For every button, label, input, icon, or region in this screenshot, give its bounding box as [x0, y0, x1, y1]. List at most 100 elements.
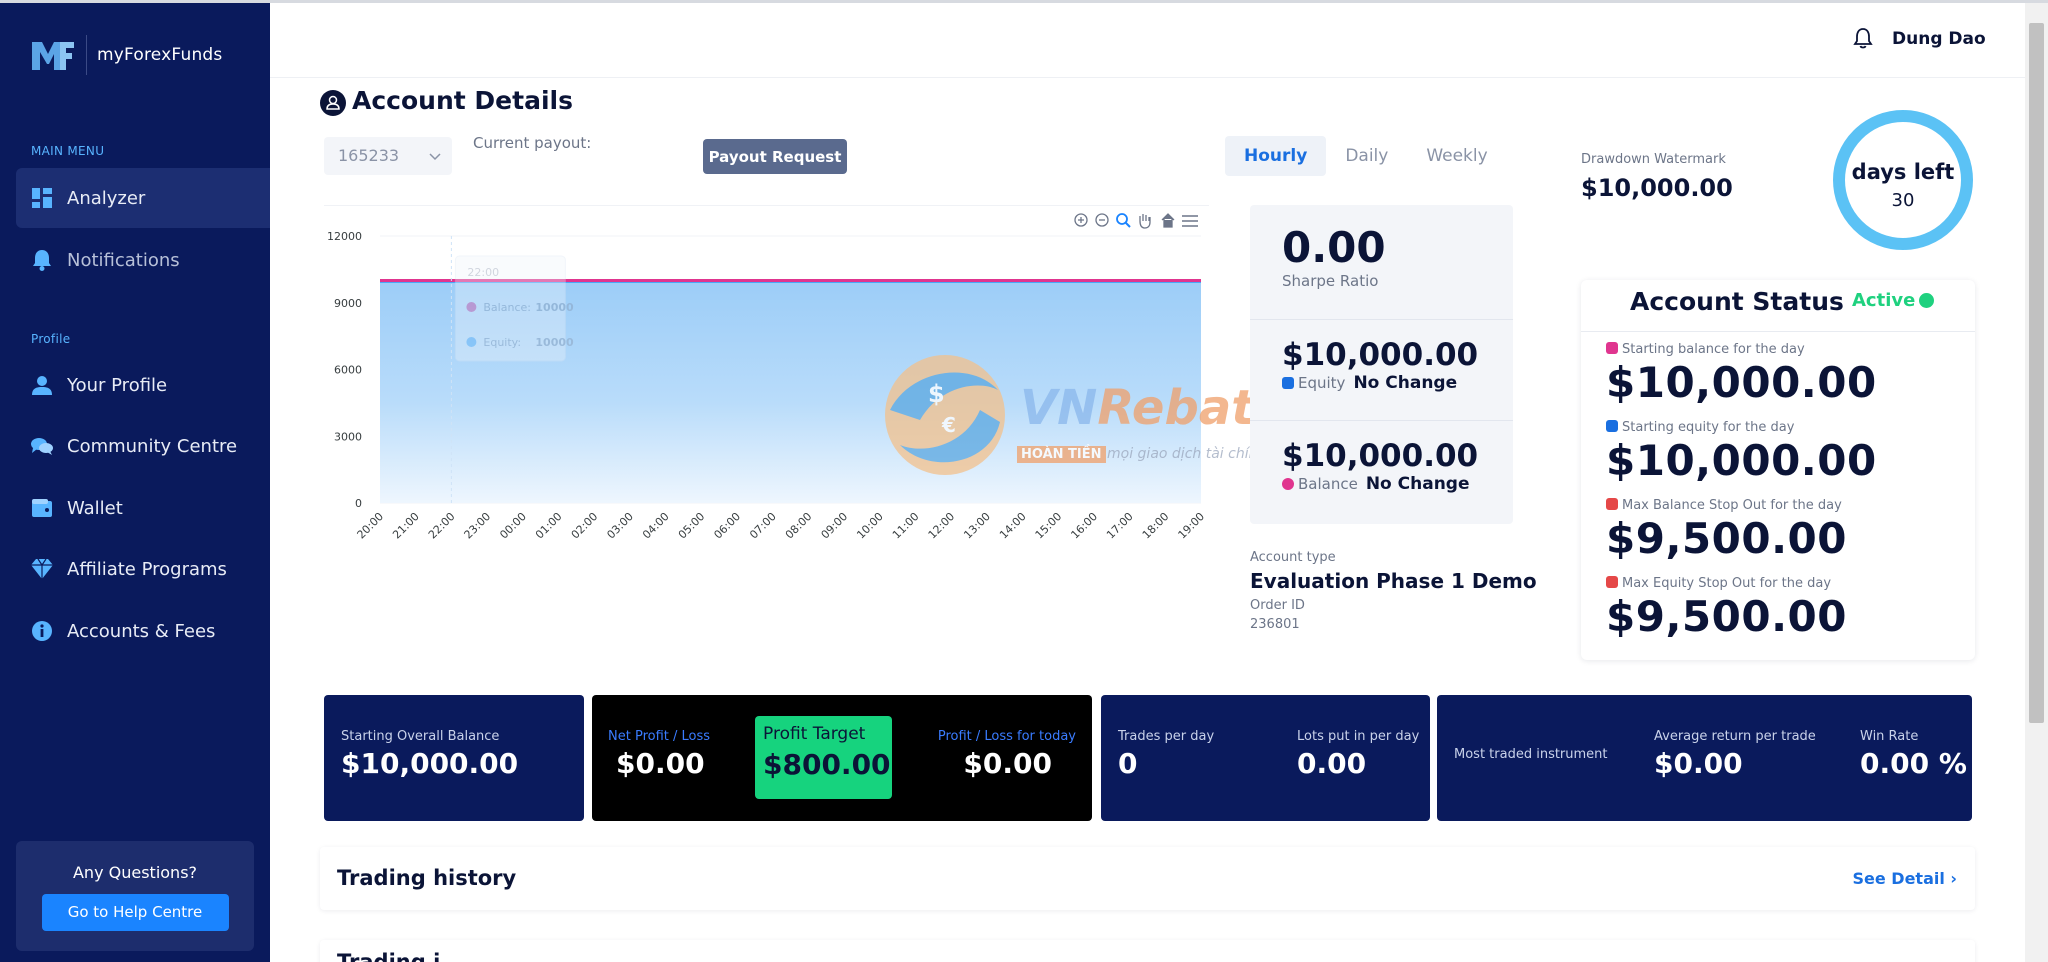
x-tick-label: 23:00: [462, 510, 494, 542]
help-title: Any Questions?: [72, 863, 198, 882]
brand[interactable]: myForexFunds: [30, 35, 222, 75]
trading-history-title: Trading history: [337, 866, 517, 890]
sidebar-item-label: Your Profile: [67, 374, 168, 396]
y-tick-label: 12000: [327, 230, 362, 243]
watermark-tag: HOÀN TIỀN: [1017, 446, 1106, 463]
x-tick-label: 20:00: [355, 510, 387, 542]
help-box: Any Questions? Go to Help Centre: [16, 841, 254, 951]
status-row-label: Max Equity Stop Out for the day: [1622, 576, 1832, 591]
pl-today-value: $0.00: [963, 747, 1052, 780]
x-tick-label: 02:00: [569, 510, 601, 542]
net-pl-value: $0.00: [616, 747, 705, 780]
sidebar-item-accounts-fees[interactable]: Accounts & Fees: [16, 601, 270, 661]
sidebar-item-label: Wallet: [67, 497, 123, 519]
status-row-max-equity-stop: Max Equity Stop Out for the day $9,500.0…: [1606, 576, 1847, 641]
trades-per-day-label: Trades per day: [1118, 729, 1215, 744]
x-tick-label: 04:00: [640, 510, 672, 542]
x-tick-label: 17:00: [1104, 510, 1136, 542]
stats-divider: [1250, 420, 1513, 421]
x-tick-label: 03:00: [604, 510, 636, 542]
trades-card: Trades per day 0 Lots put in per day 0.0…: [1101, 695, 1430, 821]
svg-text:$: $: [928, 380, 945, 408]
balance-legend-dot: [1282, 478, 1294, 490]
balance-change: No Change: [1365, 474, 1470, 494]
tooltip-equity-dot: [466, 337, 477, 347]
x-tick-label: 00:00: [497, 510, 529, 542]
sidebar-item-community-centre[interactable]: Community Centre: [16, 416, 270, 476]
sidebar-item-affiliate-programs[interactable]: Affiliate Programs: [16, 539, 270, 599]
sidebar-item-analyzer[interactable]: Analyzer: [16, 168, 270, 228]
status-badge: Active: [1852, 290, 1935, 311]
reset-home-icon[interactable]: [1161, 213, 1175, 228]
zoom-in-icon[interactable]: [1074, 213, 1088, 227]
tab-weekly[interactable]: Weekly: [1407, 136, 1506, 176]
status-row-max-balance-stop: Max Balance Stop Out for the day $9,500.…: [1606, 498, 1847, 563]
tab-daily[interactable]: Daily: [1326, 136, 1407, 176]
zoom-out-icon[interactable]: [1095, 213, 1109, 227]
balance-stat: $10,000.00 Balance No Change: [1282, 438, 1478, 494]
status-row-value: $10,000.00: [1606, 436, 1877, 485]
dashboard-icon: [31, 187, 53, 209]
payout-request-button[interactable]: Payout Request: [703, 139, 847, 174]
status-row-value: $9,500.00: [1606, 592, 1847, 641]
tab-hourly[interactable]: Hourly: [1225, 136, 1327, 176]
equity-stat: $10,000.00 Equity No Change: [1282, 337, 1478, 393]
status-row-starting-equity: Starting equity for the day $10,000.00: [1606, 420, 1877, 485]
profit-target-value: $800.00: [763, 748, 891, 781]
page-scrollbar[interactable]: [2025, 3, 2048, 962]
x-tick-label: 09:00: [819, 510, 851, 542]
balance-label: Balance: [1298, 475, 1358, 493]
see-detail-text: See Detail: [1852, 869, 1945, 888]
chart-menu-icon[interactable]: [1182, 215, 1198, 227]
status-dot-blue: [1606, 420, 1618, 432]
trading-journal-card: Trading j: [320, 940, 1975, 962]
sidebar-item-label: Affiliate Programs: [67, 558, 227, 580]
balance-value: $10,000.00: [1282, 438, 1479, 474]
pl-today-label: Profit / Loss for today: [937, 729, 1076, 744]
tooltip-equity-value: 10000: [535, 336, 574, 349]
equity-legend-dot: [1282, 377, 1294, 389]
starting-balance-label: Starting Overall Balance: [341, 729, 500, 744]
y-tick-label: 6000: [334, 364, 362, 377]
scrollbar-thumb[interactable]: [2029, 23, 2044, 723]
trading-history-card: Trading history See Detail ›: [320, 847, 1975, 910]
stats-divider: [1250, 319, 1513, 320]
main-menu-heading: MAIN MENU: [31, 144, 105, 158]
notification-bell-icon[interactable]: [1852, 27, 1874, 49]
starting-balance-card: Starting Overall Balance $10,000.00: [324, 695, 584, 821]
status-row-value: $10,000.00: [1606, 358, 1877, 407]
y-tick-label: 9000: [334, 297, 362, 310]
status-row-label: Starting balance for the day: [1622, 342, 1805, 357]
chevron-down-icon: [429, 153, 441, 161]
pan-hand-icon[interactable]: [1139, 214, 1151, 229]
trades-per-day-value: 0: [1118, 747, 1138, 780]
status-dot-pink: [1606, 342, 1618, 354]
go-to-help-centre-button[interactable]: Go to Help Centre: [41, 894, 229, 931]
svg-text:€: €: [941, 413, 956, 437]
profit-target-box: Profit Target $800.00: [755, 716, 892, 799]
sidebar-item-notifications[interactable]: Notifications: [16, 230, 270, 290]
account-select[interactable]: 165233: [324, 137, 452, 175]
chart-toolbar: [1074, 213, 1198, 229]
sidebar-item-label: Community Centre: [67, 435, 238, 457]
x-tick-label: 22:00: [426, 510, 458, 542]
tooltip-balance-label: Balance:: [483, 301, 531, 314]
bell-icon: [31, 249, 53, 271]
status-row-label: Max Balance Stop Out for the day: [1622, 498, 1842, 513]
user-name[interactable]: Dung Dao: [1892, 29, 1986, 49]
sidebar-item-your-profile[interactable]: Your Profile: [16, 355, 270, 415]
chevron-right-icon: ›: [1950, 869, 1957, 888]
most-traded-instrument-label: Most traded instrument: [1454, 747, 1608, 762]
profit-card: Net Profit / Loss $0.00 Profit Target $8…: [592, 695, 1092, 821]
brand-logo-icon: [32, 42, 74, 70]
status-dot-red: [1606, 498, 1618, 510]
instrument-card: Most traded instrument Average return pe…: [1437, 695, 1972, 821]
equity-value: $10,000.00: [1282, 337, 1479, 373]
account-type-value: Evaluation Phase 1 Demo: [1250, 569, 1537, 593]
sharpe-label: Sharpe Ratio: [1282, 272, 1379, 290]
x-tick-label: 05:00: [676, 510, 708, 542]
see-detail-link[interactable]: See Detail ›: [1852, 869, 1957, 888]
sidebar-item-wallet[interactable]: Wallet: [16, 478, 270, 538]
x-tick-label: 06:00: [711, 510, 743, 542]
selection-zoom-icon[interactable]: [1116, 213, 1131, 228]
